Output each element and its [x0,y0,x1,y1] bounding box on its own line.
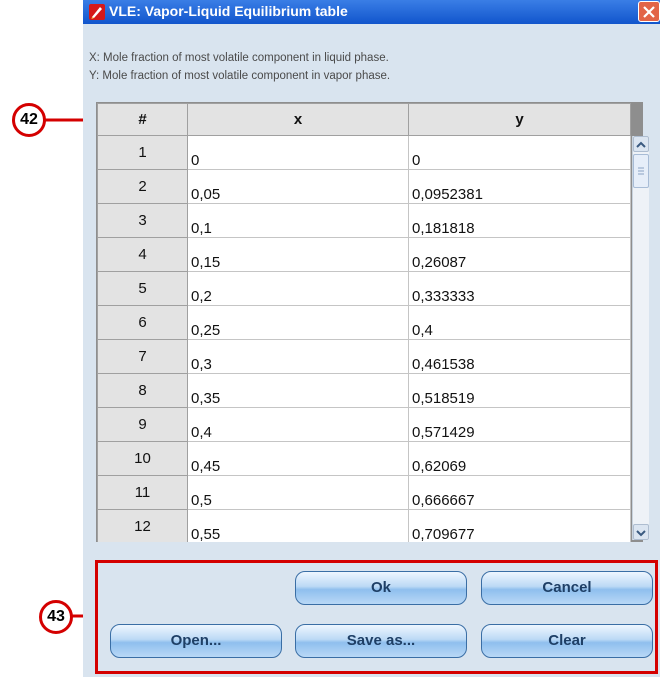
chevron-down-icon [636,530,646,537]
table-vertical-scrollbar[interactable] [632,136,649,540]
row-index: 4 [97,237,188,272]
cell-y[interactable]: 0,181818 [408,203,631,238]
row-index: 10 [97,441,188,476]
scroll-up-button[interactable] [633,136,649,152]
column-header-x[interactable]: x [187,103,409,136]
cell-x[interactable]: 0,45 [187,441,409,476]
row-index: 8 [97,373,188,408]
cell-x[interactable]: 0,5 [187,475,409,510]
row-index: 9 [97,407,188,442]
row-index: 6 [97,305,188,340]
table-row[interactable]: 12 0,55 0,709677 [97,509,631,542]
cell-x[interactable]: 0 [187,135,409,170]
title-bar[interactable]: VLE: Vapor-Liquid Equilibrium table [83,0,660,24]
cell-y[interactable]: 0,666667 [408,475,631,510]
row-index: 1 [97,135,188,170]
row-index: 5 [97,271,188,306]
table-row[interactable]: 11 0,5 0,666667 [97,475,631,510]
row-index: 7 [97,339,188,374]
description-y: Y: Mole fraction of most volatile compon… [89,70,391,82]
vle-table-container: # x y 100 2 0,05 0,0952381 3 0,1 0,181818 40… [96,102,643,542]
cell-x[interactable]: 0,35 [187,373,409,408]
cell-y[interactable]: 0,62069 [408,441,631,476]
row-index: 12 [97,509,188,542]
row-index: 2 [97,169,188,204]
column-header-y[interactable]: y [408,103,631,136]
cell-x[interactable]: 0,05 [187,169,409,204]
cell-y[interactable]: 0,571429 [408,407,631,442]
cell-x[interactable]: 0,2 [187,271,409,306]
cell-x[interactable]: 0,4 [187,407,409,442]
grip-icon [638,167,644,175]
cell-y[interactable]: 0,333333 [408,271,631,306]
vle-table: # x y 100 2 0,05 0,0952381 3 0,1 0,181818 40… [97,103,631,542]
cell-y[interactable]: 0,709677 [408,509,631,542]
scroll-down-button[interactable] [633,524,649,540]
cell-y[interactable]: 0,0952381 [408,169,631,204]
cell-y[interactable]: 0,26087 [408,237,631,272]
row-index: 11 [97,475,188,510]
cell-y[interactable]: 0,4 [408,305,631,340]
cell-x[interactable]: 0,25 [187,305,409,340]
chevron-up-icon [636,141,646,148]
cell-x[interactable]: 0,55 [187,509,409,542]
callout-42: 42 [12,103,46,137]
table-row[interactable]: 8 0,35 0,518519 [97,373,631,408]
app-icon [89,4,105,20]
table-row[interactable]: 4 0,15 0,26087 [97,237,631,272]
cell-y[interactable]: 0 [408,135,631,170]
table-row[interactable]: 7 0,3 0,461538 [97,339,631,374]
cell-x[interactable]: 0,15 [187,237,409,272]
cell-y[interactable]: 0,461538 [408,339,631,374]
close-button[interactable] [638,1,660,22]
cell-x[interactable]: 0,1 [187,203,409,238]
table-row[interactable]: 100 [97,135,631,170]
cell-x[interactable]: 0,3 [187,339,409,374]
table-row[interactable]: 2 0,05 0,0952381 [97,169,631,204]
table-row[interactable]: 5 0,2 0,333333 [97,271,631,306]
close-icon [643,6,655,18]
callout-43: 43 [39,600,73,634]
description-x: X: Mole fraction of most volatile compon… [89,52,389,64]
scroll-thumb[interactable] [633,154,649,188]
buttons-highlight-box [95,560,658,674]
table-row[interactable]: 10 0,45 0,62069 [97,441,631,476]
table-row[interactable]: 6 0,25 0,4 [97,305,631,340]
window-title: VLE: Vapor-Liquid Equilibrium table [109,3,348,19]
row-index: 3 [97,203,188,238]
table-header-row: # x y [97,103,631,136]
cell-y[interactable]: 0,518519 [408,373,631,408]
column-header-index[interactable]: # [97,103,188,136]
table-row[interactable]: 9 0,4 0,571429 [97,407,631,442]
table-row[interactable]: 3 0,1 0,181818 [97,203,631,238]
